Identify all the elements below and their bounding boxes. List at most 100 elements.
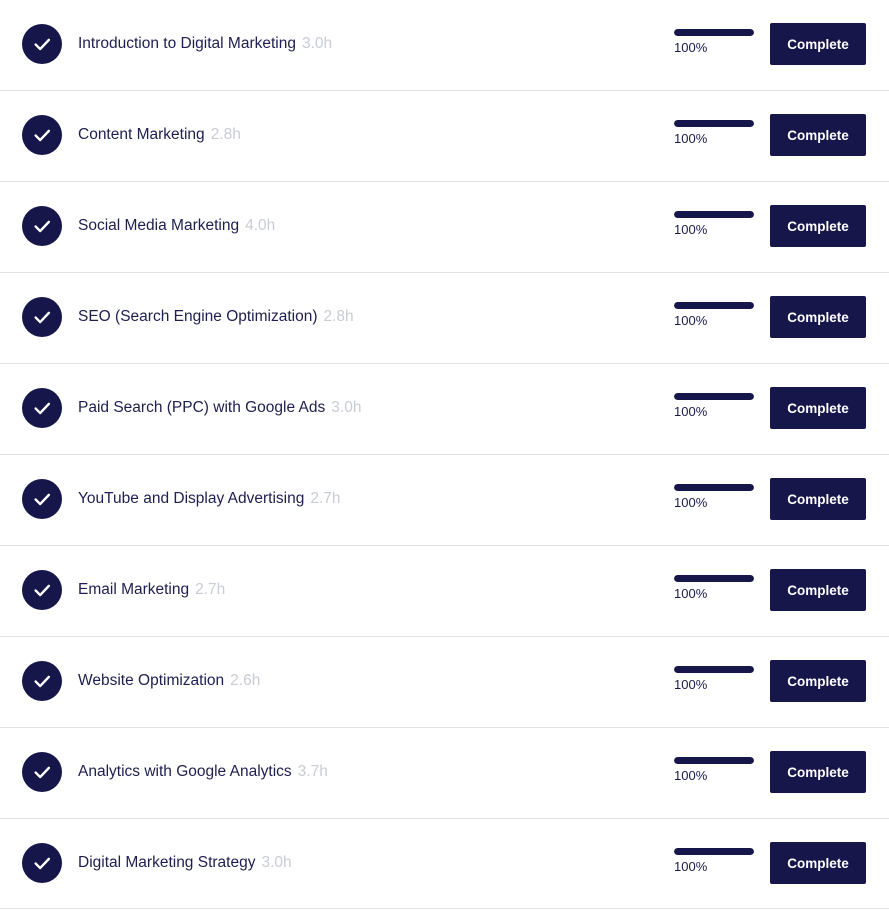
check-circle-icon (22, 297, 62, 337)
course-list: Introduction to Digital Marketing 3.0h 10… (0, 0, 889, 909)
complete-button[interactable]: Complete (770, 478, 866, 520)
course-title: Website Optimization (78, 672, 225, 689)
progress-indicator: 100% (674, 393, 754, 419)
course-row: Content Marketing 2.8h 100% Complete (0, 91, 889, 182)
progress-bar-track (674, 484, 754, 491)
progress-indicator: 100% (674, 211, 754, 237)
complete-button[interactable]: Complete (770, 660, 866, 702)
progress-bar-fill (674, 484, 754, 491)
course-title: Introduction to Digital Marketing (78, 35, 296, 52)
complete-button[interactable]: Complete (770, 842, 866, 884)
course-row: SEO (Search Engine Optimization) 2.8h 100… (0, 273, 889, 364)
complete-button[interactable]: Complete (770, 114, 866, 156)
progress-percent: 100% (674, 40, 708, 55)
complete-button[interactable]: Complete (770, 387, 866, 429)
course-title: Analytics with Google Analytics (78, 763, 292, 780)
course-duration: 3.7h (297, 763, 328, 780)
course-duration: 4.0h (245, 217, 276, 234)
progress-percent: 100% (674, 768, 708, 783)
progress-indicator: 100% (674, 666, 754, 692)
progress-indicator: 100% (674, 848, 754, 874)
course-title-group: Digital Marketing Strategy 3.0h (78, 853, 292, 873)
progress-bar-track (674, 302, 754, 309)
course-row: YouTube and Display Advertising 2.7h 100%… (0, 455, 889, 546)
check-circle-icon (22, 115, 62, 155)
check-circle-icon (22, 661, 62, 701)
course-duration: 2.7h (195, 581, 226, 598)
check-circle-icon (22, 479, 62, 519)
progress-bar-track (674, 29, 754, 36)
course-title: Email Marketing (78, 581, 190, 598)
course-title-group: Email Marketing 2.7h (78, 580, 225, 600)
course-duration: 2.6h (230, 672, 261, 689)
progress-percent: 100% (674, 586, 708, 601)
course-title: YouTube and Display Advertising (78, 490, 305, 507)
progress-bar-fill (674, 757, 754, 764)
progress-indicator: 100% (674, 575, 754, 601)
course-title: Digital Marketing Strategy (78, 854, 256, 871)
course-title: Paid Search (PPC) with Google Ads (78, 399, 326, 416)
progress-percent: 100% (674, 313, 708, 328)
progress-bar-fill (674, 29, 754, 36)
check-circle-icon (22, 570, 62, 610)
complete-button[interactable]: Complete (770, 23, 866, 65)
course-duration: 2.8h (323, 308, 354, 325)
check-circle-icon (22, 752, 62, 792)
progress-bar-fill (674, 302, 754, 309)
progress-bar-track (674, 120, 754, 127)
course-title-group: Website Optimization 2.6h (78, 671, 260, 691)
course-duration: 2.8h (210, 126, 241, 143)
progress-bar-fill (674, 575, 754, 582)
course-row: Introduction to Digital Marketing 3.0h 10… (0, 0, 889, 91)
course-title-group: Introduction to Digital Marketing 3.0h (78, 34, 332, 54)
course-row: Analytics with Google Analytics 3.7h 100%… (0, 728, 889, 819)
progress-bar-track (674, 211, 754, 218)
progress-bar-fill (674, 848, 754, 855)
course-duration: 3.0h (301, 35, 333, 52)
course-row: Website Optimization 2.6h 100% Complete (0, 637, 889, 728)
progress-bar-track (674, 393, 754, 400)
progress-indicator: 100% (674, 484, 754, 510)
course-title-group: YouTube and Display Advertising 2.7h (78, 489, 341, 509)
progress-bar-track (674, 757, 754, 764)
course-row: Email Marketing 2.7h 100% Complete (0, 546, 889, 637)
course-title-group: Social Media Marketing 4.0h (78, 216, 275, 236)
progress-indicator: 100% (674, 757, 754, 783)
progress-percent: 100% (674, 859, 708, 874)
complete-button[interactable]: Complete (770, 569, 866, 611)
check-circle-icon (22, 388, 62, 428)
progress-bar-track (674, 666, 754, 673)
progress-bar-fill (674, 393, 754, 400)
check-circle-icon (22, 206, 62, 246)
progress-percent: 100% (674, 495, 708, 510)
course-title-group: Analytics with Google Analytics 3.7h (78, 762, 328, 782)
check-circle-icon (22, 24, 62, 64)
complete-button[interactable]: Complete (770, 751, 866, 793)
course-title-group: Content Marketing 2.8h (78, 125, 241, 145)
course-title: Content Marketing (78, 126, 205, 143)
course-row: Digital Marketing Strategy 3.0h 100% Comp… (0, 819, 889, 910)
progress-bar-fill (674, 666, 754, 673)
progress-indicator: 100% (674, 29, 754, 55)
course-title: Social Media Marketing (78, 217, 240, 234)
progress-percent: 100% (674, 404, 708, 419)
course-title-group: SEO (Search Engine Optimization) 2.8h (78, 307, 354, 327)
course-duration: 3.0h (261, 854, 292, 871)
complete-button[interactable]: Complete (770, 205, 866, 247)
course-row: Paid Search (PPC) with Google Ads 3.0h 10… (0, 364, 889, 455)
progress-percent: 100% (674, 222, 708, 237)
course-duration: 2.7h (310, 490, 341, 507)
complete-button[interactable]: Complete (770, 296, 866, 338)
progress-indicator: 100% (674, 120, 754, 146)
progress-bar-fill (674, 211, 754, 218)
progress-bar-track (674, 848, 754, 855)
course-title: SEO (Search Engine Optimization) (78, 308, 318, 325)
course-title-group: Paid Search (PPC) with Google Ads 3.0h (78, 398, 361, 418)
check-circle-icon (22, 843, 62, 883)
progress-indicator: 100% (674, 302, 754, 328)
course-row: Social Media Marketing 4.0h 100% Complete (0, 182, 889, 273)
course-duration: 3.0h (331, 399, 362, 416)
progress-percent: 100% (674, 131, 708, 146)
progress-bar-fill (674, 120, 754, 127)
progress-bar-track (674, 575, 754, 582)
